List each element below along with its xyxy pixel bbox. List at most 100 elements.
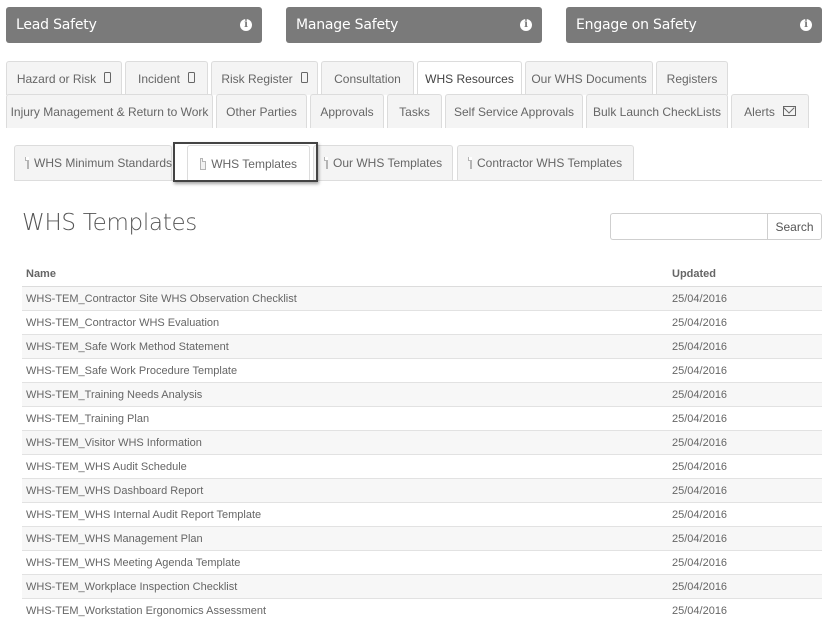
tab-hazard-or-risk[interactable]: Hazard or Risk	[6, 61, 122, 95]
template-name-link[interactable]: WHS-TEM_WHS Internal Audit Report Templa…	[22, 502, 668, 527]
updated-date: 25/04/2016	[668, 358, 822, 383]
template-name-link[interactable]: WHS-TEM_Contractor Site WHS Observation …	[22, 286, 668, 311]
table-row[interactable]: WHS-TEM_WHS Management Plan 25/04/2016	[22, 526, 822, 551]
table-row[interactable]: WHS-TEM_WHS Meeting Agenda Template 25/04…	[22, 550, 822, 575]
updated-date: 25/04/2016	[668, 574, 822, 599]
document-icon	[468, 157, 472, 169]
search-input[interactable]	[610, 213, 767, 240]
info-icon[interactable]: i	[520, 19, 532, 31]
updated-date: 25/04/2016	[668, 286, 822, 311]
subtab-label: WHS Templates	[211, 156, 297, 171]
table-row[interactable]: WHS-TEM_Workplace Inspection Checklist 25…	[22, 574, 822, 599]
subtab-whs-templates[interactable]: WHS Templates	[187, 145, 310, 181]
banner-label: Manage Safety	[296, 17, 399, 33]
updated-date: 25/04/2016	[668, 478, 822, 503]
tab-label: Tasks	[399, 104, 430, 119]
tab-bulk-launch-checklists[interactable]: Bulk Launch CheckLists	[586, 94, 728, 128]
tab-label: Incident	[137, 71, 181, 86]
tab-incident[interactable]: Incident	[125, 61, 208, 95]
tab-label: Other Parties	[226, 104, 297, 119]
tab-label: Registers	[666, 71, 718, 86]
updated-date: 25/04/2016	[668, 526, 822, 551]
subtab-contractor-whs-templates[interactable]: Contractor WHS Templates	[457, 145, 634, 180]
tab-tasks[interactable]: Tasks	[387, 94, 442, 128]
info-icon[interactable]: i	[800, 19, 812, 31]
table-row[interactable]: WHS-TEM_Workstation Ergonomics Assessmen…	[22, 598, 822, 622]
table-body: WHS-TEM_Contractor Site WHS Observation …	[22, 286, 822, 622]
info-icon[interactable]: i	[240, 19, 252, 31]
updated-date: 25/04/2016	[668, 334, 822, 359]
tab-whs-resources[interactable]: WHS Resources	[417, 61, 522, 96]
table-row[interactable]: WHS-TEM_Visitor WHS Information 25/04/201…	[22, 430, 822, 455]
mail-icon	[782, 105, 796, 116]
template-name-link[interactable]: WHS-TEM_Safe Work Procedure Template	[22, 358, 668, 383]
tab-label: Our WHS Documents	[531, 71, 647, 86]
tab-alerts[interactable]: Alerts	[731, 94, 809, 128]
tab-other-parties[interactable]: Other Parties	[216, 94, 307, 128]
subtab-label: WHS Minimum Standards	[34, 156, 173, 170]
updated-date: 25/04/2016	[668, 430, 822, 455]
updated-date: 25/04/2016	[668, 310, 822, 335]
template-name-link[interactable]: WHS-TEM_Training Needs Analysis	[22, 382, 668, 407]
tab-risk-register[interactable]: Risk Register	[211, 61, 318, 95]
tab-approvals[interactable]: Approvals	[310, 94, 384, 128]
template-name-link[interactable]: WHS-TEM_Workstation Ergonomics Assessmen…	[22, 598, 668, 622]
subtab-whs-minimum-standards[interactable]: WHS Minimum Standards	[14, 145, 172, 180]
tab-label: Bulk Launch CheckLists	[592, 104, 722, 119]
tab-consultation[interactable]: Consultation	[321, 61, 414, 95]
templates-table: Name Updated WHS-TEM_Contractor Site WHS…	[22, 262, 822, 622]
template-name-link[interactable]: WHS-TEM_Workplace Inspection Checklist	[22, 574, 668, 599]
table-row[interactable]: WHS-TEM_Contractor Site WHS Observation …	[22, 286, 822, 311]
table-row[interactable]: WHS-TEM_Training Needs Analysis 25/04/201…	[22, 382, 822, 407]
template-name-link[interactable]: WHS-TEM_Safe Work Method Statement	[22, 334, 668, 359]
table-row[interactable]: WHS-TEM_Contractor WHS Evaluation 25/04/2…	[22, 310, 822, 335]
template-name-link[interactable]: WHS-TEM_Training Plan	[22, 406, 668, 431]
search-button[interactable]: Search	[767, 213, 822, 240]
tab-injury-management[interactable]: Injury Management & Return to Work	[6, 94, 213, 128]
tab-label: Injury Management & Return to Work	[10, 104, 209, 119]
template-name-link[interactable]: WHS-TEM_Contractor WHS Evaluation	[22, 310, 668, 335]
template-name-link[interactable]: WHS-TEM_WHS Meeting Agenda Template	[22, 550, 668, 575]
updated-date: 25/04/2016	[668, 502, 822, 527]
table-row[interactable]: WHS-TEM_Training Plan 25/04/2016	[22, 406, 822, 431]
template-name-link[interactable]: WHS-TEM_WHS Dashboard Report	[22, 478, 668, 503]
column-header-name[interactable]: Name	[22, 262, 668, 287]
tab-registers[interactable]: Registers	[656, 61, 728, 95]
table-row[interactable]: WHS-TEM_WHS Dashboard Report 25/04/2016	[22, 478, 822, 503]
document-icon	[25, 157, 29, 169]
tab-self-service-approvals[interactable]: Self Service Approvals	[445, 94, 583, 128]
subtab-our-whs-templates[interactable]: Our WHS Templates	[313, 145, 453, 180]
banner-engage-on-safety[interactable]: Engage on Safety i	[566, 7, 822, 43]
tab-our-whs-documents[interactable]: Our WHS Documents	[525, 61, 653, 95]
updated-date: 25/04/2016	[668, 406, 822, 431]
banner-manage-safety[interactable]: Manage Safety i	[286, 7, 542, 43]
table-row[interactable]: WHS-TEM_Safe Work Method Statement 25/04/…	[22, 334, 822, 359]
updated-date: 25/04/2016	[668, 382, 822, 407]
table-row[interactable]: WHS-TEM_WHS Audit Schedule 25/04/2016	[22, 454, 822, 479]
banner-label: Engage on Safety	[576, 17, 697, 33]
search-group: Search	[610, 213, 822, 240]
main-tabs-row-1: Hazard or Risk Incident Risk Register Co…	[6, 61, 731, 96]
banner-lead-safety[interactable]: Lead Safety i	[6, 7, 262, 43]
tab-label: Approvals	[320, 104, 374, 119]
table-row[interactable]: WHS-TEM_WHS Internal Audit Report Templa…	[22, 502, 822, 527]
main-tabs-row-2: Injury Management & Return to Work Other…	[6, 94, 812, 128]
tab-label: Consultation	[334, 71, 401, 86]
table-row[interactable]: WHS-TEM_Safe Work Procedure Template 25/0…	[22, 358, 822, 383]
subtab-label: Contractor WHS Templates	[477, 156, 623, 170]
subtab-label: Our WHS Templates	[333, 156, 443, 170]
updated-date: 25/04/2016	[668, 454, 822, 479]
template-name-link[interactable]: WHS-TEM_Visitor WHS Information	[22, 430, 668, 455]
banner-label: Lead Safety	[16, 17, 97, 33]
phone-icon	[300, 71, 308, 83]
tab-label: Self Service Approvals	[453, 104, 575, 119]
template-name-link[interactable]: WHS-TEM_WHS Audit Schedule	[22, 454, 668, 479]
page-title: WHS Templates	[22, 210, 197, 236]
tab-label: Risk Register	[221, 71, 293, 86]
document-icon	[324, 157, 328, 169]
template-name-link[interactable]: WHS-TEM_WHS Management Plan	[22, 526, 668, 551]
sub-tabs: WHS Minimum Standards WHS Templates Our …	[14, 145, 822, 181]
column-header-updated[interactable]: Updated	[668, 262, 822, 287]
updated-date: 25/04/2016	[668, 550, 822, 575]
phone-icon	[188, 71, 196, 83]
